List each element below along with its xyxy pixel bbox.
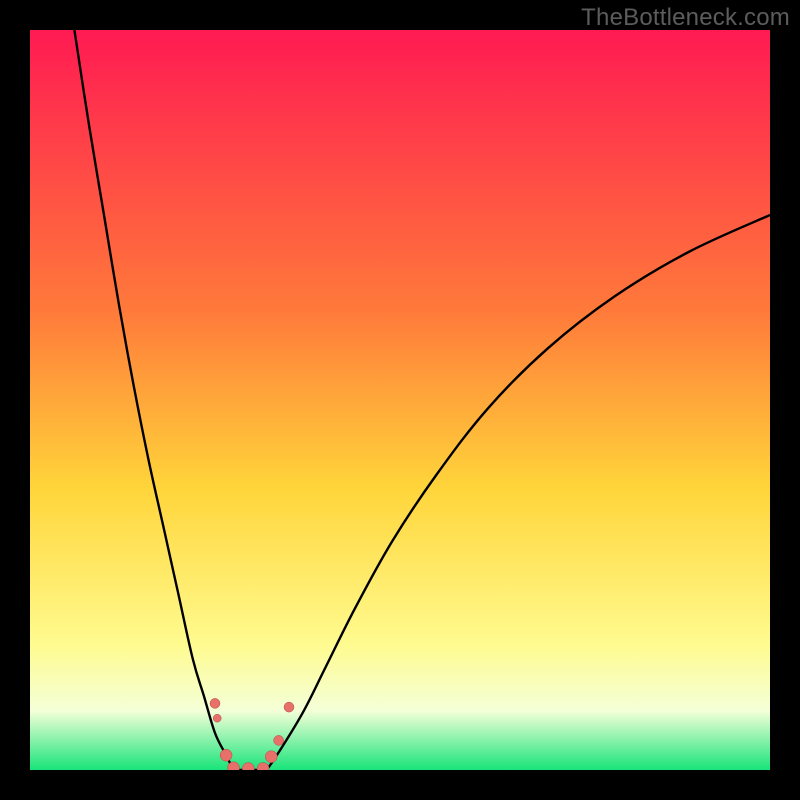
data-marker [274, 735, 284, 745]
chart-frame: TheBottleneck.com [0, 0, 800, 800]
data-marker [210, 698, 220, 708]
data-marker [213, 714, 221, 722]
data-marker [284, 702, 294, 712]
gradient-background [30, 30, 770, 770]
chart-svg [30, 30, 770, 770]
data-marker [265, 751, 277, 763]
plot-area [30, 30, 770, 770]
watermark-text: TheBottleneck.com [581, 4, 790, 32]
data-marker [220, 749, 232, 761]
